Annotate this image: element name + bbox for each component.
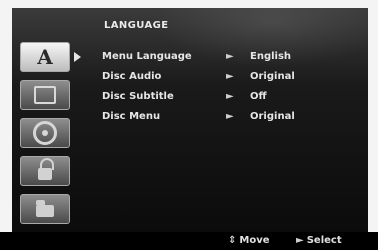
- move-hint: ⇕ Move: [228, 235, 270, 246]
- sidebar-item-others[interactable]: [20, 194, 70, 224]
- select-hint: ► Select: [296, 235, 342, 246]
- menu-value: Original: [250, 70, 295, 82]
- arrow-icon: ►: [226, 110, 234, 122]
- menu-value: English: [250, 50, 292, 62]
- active-arrow-icon: [74, 52, 81, 62]
- arrow-icon: ►: [226, 90, 234, 102]
- sidebar-item-language[interactable]: A: [20, 42, 81, 72]
- menu-label: Menu Language: [102, 50, 192, 62]
- menu-value: Original: [250, 110, 295, 122]
- move-label: Move: [239, 235, 270, 246]
- menu-row-menu-language[interactable]: Menu Language ► English: [102, 46, 362, 66]
- menu-value: Off: [250, 90, 267, 102]
- select-icon: ►: [296, 235, 304, 246]
- sidebar-item-lock[interactable]: [20, 156, 70, 186]
- audio-icon: [33, 121, 57, 145]
- lock-icon: [38, 158, 54, 180]
- arrow-icon: ►: [226, 50, 234, 62]
- footer-hint-bar: ⇕ Move ► Select: [0, 232, 378, 250]
- display-icon: [34, 86, 56, 104]
- page-title: LANGUAGE: [104, 20, 169, 31]
- arrow-icon: ►: [226, 70, 234, 82]
- osd-screen: LANGUAGE A Menu Language ► English Disc …: [12, 8, 368, 232]
- move-icon: ⇕: [228, 235, 237, 246]
- language-menu: Menu Language ► English Disc Audio ► Ori…: [102, 46, 362, 126]
- menu-row-disc-menu[interactable]: Disc Menu ► Original: [102, 106, 362, 126]
- sidebar-item-audio[interactable]: [20, 118, 70, 148]
- language-icon: A: [37, 45, 53, 69]
- menu-label: Disc Subtitle: [102, 90, 174, 102]
- menu-row-disc-audio[interactable]: Disc Audio ► Original: [102, 66, 362, 86]
- menu-row-disc-subtitle[interactable]: Disc Subtitle ► Off: [102, 86, 362, 106]
- menu-label: Disc Menu: [102, 110, 161, 122]
- sidebar: A: [20, 42, 84, 232]
- select-label: Select: [306, 235, 342, 246]
- sidebar-item-display[interactable]: [20, 80, 70, 110]
- others-icon: [36, 200, 54, 217]
- menu-label: Disc Audio: [102, 70, 162, 82]
